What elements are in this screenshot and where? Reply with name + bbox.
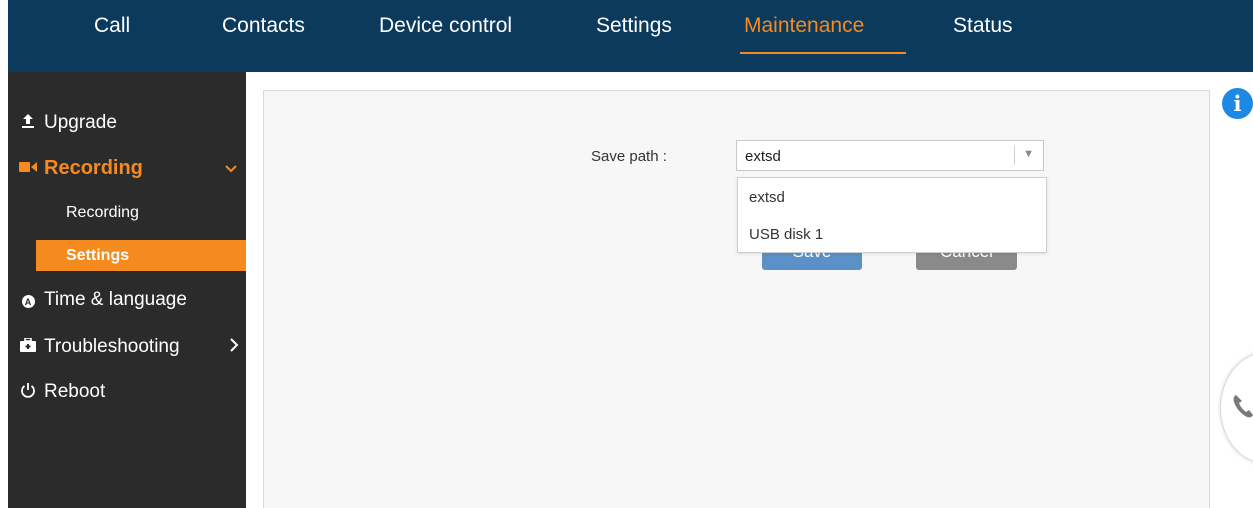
- nav-active-underline: [740, 52, 906, 54]
- sidebar-item-label: Time & language: [44, 289, 187, 310]
- phone-icon: [1231, 393, 1253, 424]
- floating-call-widget[interactable]: [1220, 352, 1253, 464]
- chevron-down-icon[interactable]: [225, 161, 237, 179]
- select-divider: [1014, 146, 1015, 165]
- sidebar-item-label: Recording: [44, 157, 143, 179]
- info-icon[interactable]: i: [1222, 88, 1253, 119]
- nav-contacts[interactable]: Contacts: [222, 14, 305, 38]
- save-path-label: Save path :: [591, 148, 667, 165]
- nav-device-control[interactable]: Device control: [379, 14, 512, 38]
- sidebar-item-recording[interactable]: Recording: [18, 157, 143, 180]
- cancel-button[interactable]: Cancel: [916, 252, 1017, 270]
- upload-icon: [18, 113, 38, 133]
- left-edge: [0, 0, 8, 508]
- sidebar-item-label: Upgrade: [44, 112, 117, 133]
- nav-maintenance[interactable]: Maintenance: [744, 14, 864, 38]
- power-icon: [18, 382, 38, 403]
- sidebar-item-time-language[interactable]: A Time & language: [18, 289, 187, 311]
- save-path-select[interactable]: extsd ▼: [736, 140, 1044, 171]
- nav-settings[interactable]: Settings: [596, 14, 672, 38]
- nav-status[interactable]: Status: [953, 14, 1013, 38]
- toolbox-icon: [18, 337, 38, 356]
- sidebar-item-upgrade[interactable]: Upgrade: [18, 112, 117, 134]
- sidebar-subitem-recording[interactable]: Recording: [66, 204, 139, 222]
- top-navigation: Call Contacts Device control Settings Ma…: [8, 0, 1253, 72]
- video-camera-icon: [18, 160, 38, 177]
- save-path-dropdown: extsd USB disk 1: [737, 177, 1047, 253]
- dropdown-option-extsd[interactable]: extsd: [749, 189, 785, 206]
- save-button[interactable]: Save: [762, 252, 862, 270]
- save-path-value: extsd: [745, 148, 781, 165]
- sidebar-subitem-settings[interactable]: Settings: [66, 247, 129, 265]
- sidebar-item-reboot[interactable]: Reboot: [18, 381, 105, 403]
- sidebar-item-label: Reboot: [44, 381, 106, 402]
- dropdown-option-usb-disk-1[interactable]: USB disk 1: [749, 226, 823, 243]
- triangle-down-icon: ▼: [1023, 148, 1034, 160]
- circle-a-icon: A: [18, 292, 38, 309]
- sidebar: Upgrade Recording Recording Settings A T…: [8, 72, 246, 508]
- nav-call[interactable]: Call: [94, 14, 130, 38]
- sidebar-item-troubleshooting[interactable]: Troubleshooting: [18, 336, 180, 358]
- chevron-right-icon[interactable]: [229, 338, 239, 357]
- sidebar-item-label: Troubleshooting: [44, 336, 180, 357]
